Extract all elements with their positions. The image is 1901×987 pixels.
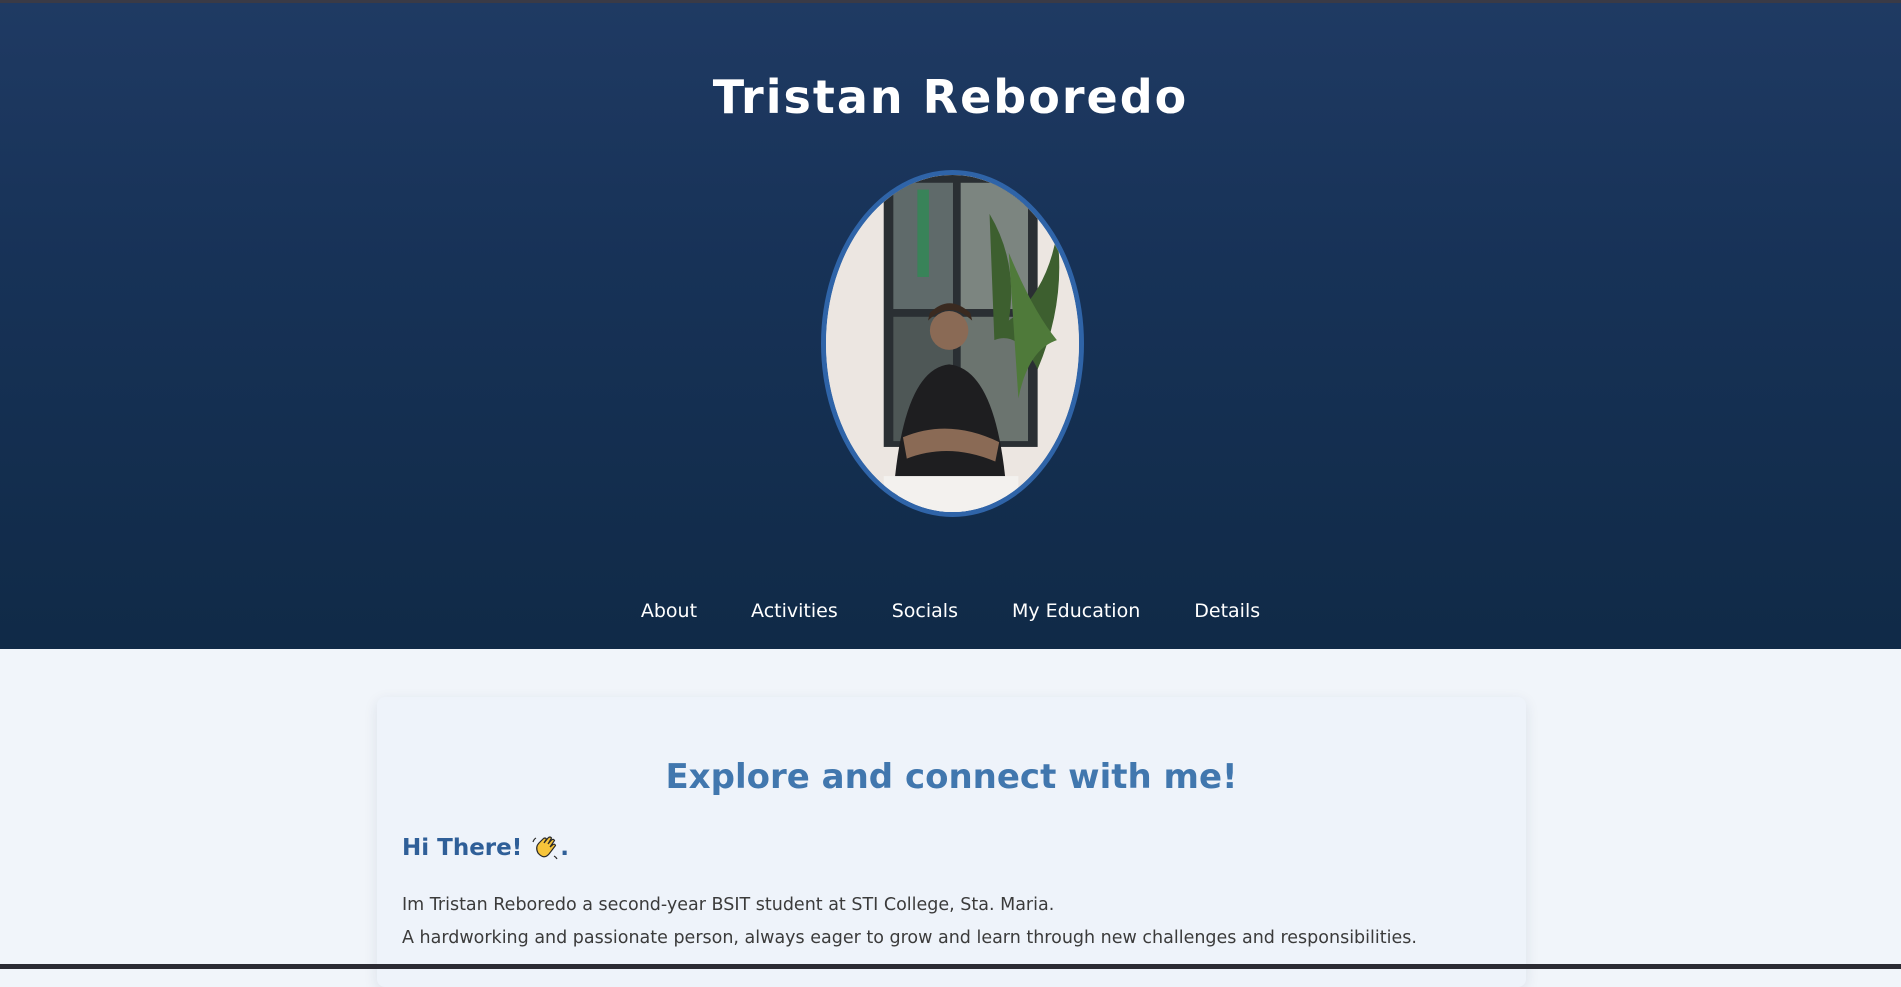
nav-details[interactable]: Details bbox=[1194, 600, 1260, 622]
site-title: Tristan Reboredo bbox=[712, 70, 1189, 124]
waving-hand-icon bbox=[530, 833, 560, 863]
nav-about[interactable]: About bbox=[641, 600, 697, 622]
nav-activities[interactable]: Activities bbox=[751, 600, 838, 622]
nav-my-education[interactable]: My Education bbox=[1012, 600, 1140, 622]
taskbar-edge bbox=[0, 964, 1901, 969]
about-line-2: A hardworking and passionate person, alw… bbox=[402, 928, 1417, 948]
nav-socials[interactable]: Socials bbox=[892, 600, 958, 622]
greeting-text: Hi There! bbox=[402, 835, 523, 861]
greeting-suffix: . bbox=[560, 835, 569, 861]
profile-photo bbox=[821, 170, 1084, 517]
hero-header: Tristan Reboredo About Activities Social… bbox=[0, 3, 1901, 649]
intro-heading: Explore and connect with me! bbox=[665, 757, 1238, 797]
main-nav: About Activities Socials My Education De… bbox=[0, 593, 1901, 629]
greeting: Hi There! . bbox=[402, 833, 569, 863]
about-line-1: Im Tristan Reboredo a second-year BSIT s… bbox=[402, 895, 1055, 915]
profile-photo-image bbox=[826, 175, 1079, 512]
